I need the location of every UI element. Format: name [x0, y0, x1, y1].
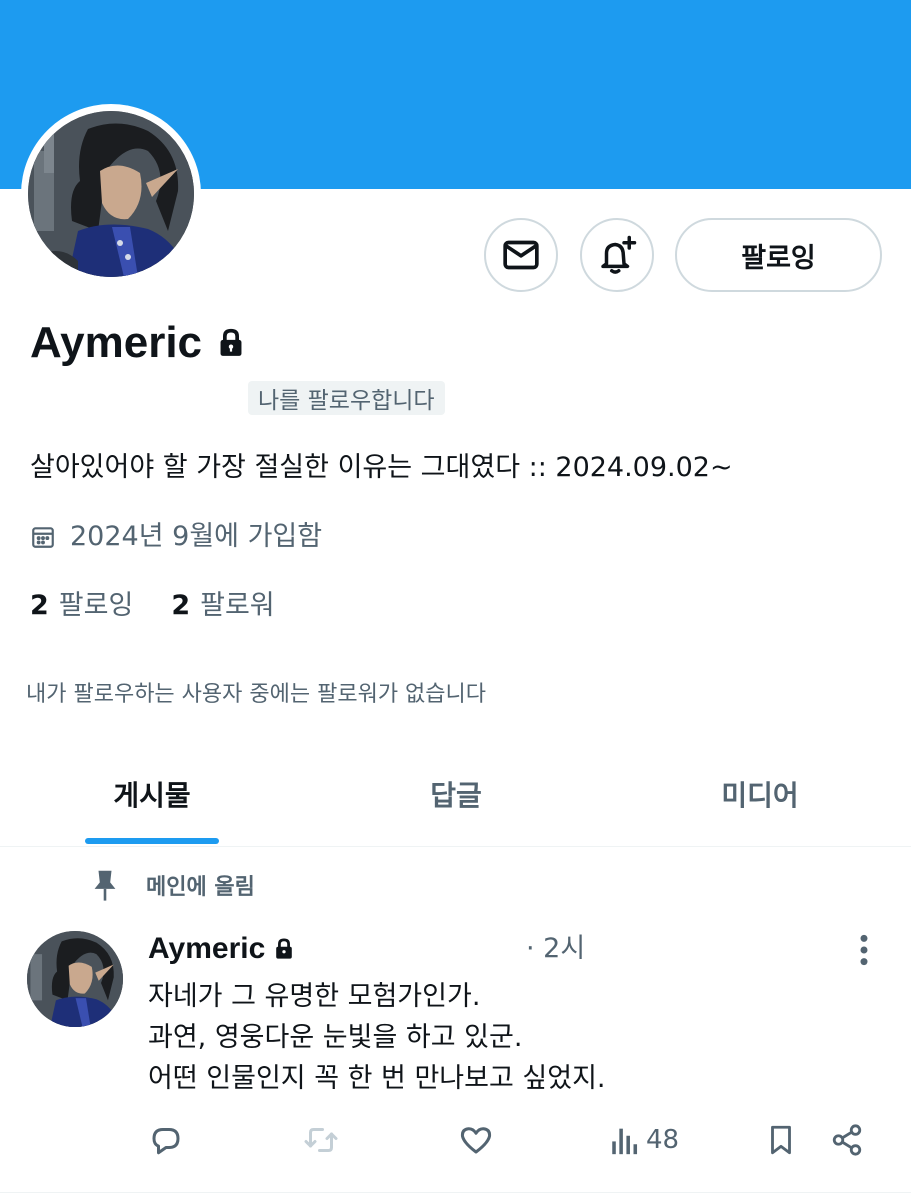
- views-icon: [612, 1128, 638, 1155]
- display-name-row: Aymeric: [30, 316, 246, 370]
- post-line: 어떤 인물인지 꼭 한 번 만나보고 싶었지.: [148, 1063, 606, 1094]
- pinned-label-row: 메인에 올림: [90, 868, 255, 902]
- bookmark-icon: [771, 1125, 791, 1155]
- display-name: Aymeric: [30, 318, 203, 367]
- profile-bio: 살아있어야 할 가장 절실한 이유는 그대였다 :: 2024.09.02~: [30, 452, 733, 483]
- lock-icon: [216, 327, 246, 359]
- joined-text: 2024년 9월에 가입함: [70, 521, 323, 552]
- tab-media[interactable]: 미디어: [670, 744, 850, 844]
- tab-replies[interactable]: 답글: [366, 744, 546, 844]
- followers-stat[interactable]: 2 팔로워: [171, 587, 274, 625]
- heart-icon: [460, 1127, 492, 1154]
- known-followers-note: 내가 팔로우하는 사용자 중에는 팔로워가 없습니다: [26, 682, 487, 707]
- profile-tabs: 게시물 답글 미디어: [0, 744, 911, 847]
- pin-icon: [90, 868, 120, 902]
- post-line: 자네가 그 유명한 모험가인가.: [148, 981, 481, 1012]
- profile-avatar[interactable]: [21, 104, 201, 284]
- share-icon: [832, 1124, 862, 1156]
- avatar-image: [28, 111, 194, 277]
- post-divider: [0, 1192, 911, 1193]
- calendar-icon: [30, 524, 56, 550]
- post-header: Aymeric: [148, 929, 295, 969]
- reply-icon: [152, 1128, 180, 1155]
- more-options-icon[interactable]: [846, 932, 882, 968]
- active-tab-indicator: [85, 838, 219, 844]
- followers-count: 2: [171, 590, 191, 621]
- bell-plus-icon: [601, 235, 637, 274]
- joined-date: 2024년 9월에 가입함: [30, 518, 322, 556]
- reply-button[interactable]: [148, 1118, 184, 1162]
- views-count: 48: [646, 1125, 680, 1155]
- post-author-name[interactable]: Aymeric: [148, 929, 265, 969]
- repost-button[interactable]: [302, 1118, 340, 1162]
- message-button[interactable]: [484, 218, 558, 292]
- share-button[interactable]: [830, 1118, 864, 1162]
- like-button[interactable]: [458, 1118, 494, 1162]
- notify-button[interactable]: [580, 218, 654, 292]
- post-line: 과연, 영웅다운 눈빛을 하고 있군.: [148, 1022, 523, 1053]
- tab-posts[interactable]: 게시물: [62, 744, 242, 844]
- views-button[interactable]: 48: [610, 1118, 679, 1162]
- following-label: 팔로잉: [58, 590, 134, 621]
- repost-icon: [304, 1128, 338, 1152]
- followers-label: 팔로워: [200, 590, 275, 621]
- following-count: 2: [30, 590, 49, 621]
- post-body: 자네가 그 유명한 모험가인가. 과연, 영웅다운 눈빛을 하고 있군. 어떤 …: [148, 976, 606, 1099]
- envelope-icon: [503, 240, 539, 270]
- pinned-label: 메인에 올림: [146, 875, 255, 900]
- bookmark-button[interactable]: [764, 1118, 798, 1162]
- post-actions: 48: [0, 1118, 911, 1162]
- lock-icon: [273, 937, 295, 961]
- following-stat[interactable]: 2 팔로잉: [30, 587, 133, 625]
- follows-you-badge: 나를 팔로우합니다: [248, 381, 445, 415]
- post-timestamp[interactable]: · 2시: [526, 929, 585, 969]
- post-author-avatar[interactable]: [27, 931, 123, 1027]
- following-button[interactable]: 팔로잉: [675, 218, 882, 292]
- follow-stats: 2 팔로잉 2 팔로워: [30, 587, 275, 625]
